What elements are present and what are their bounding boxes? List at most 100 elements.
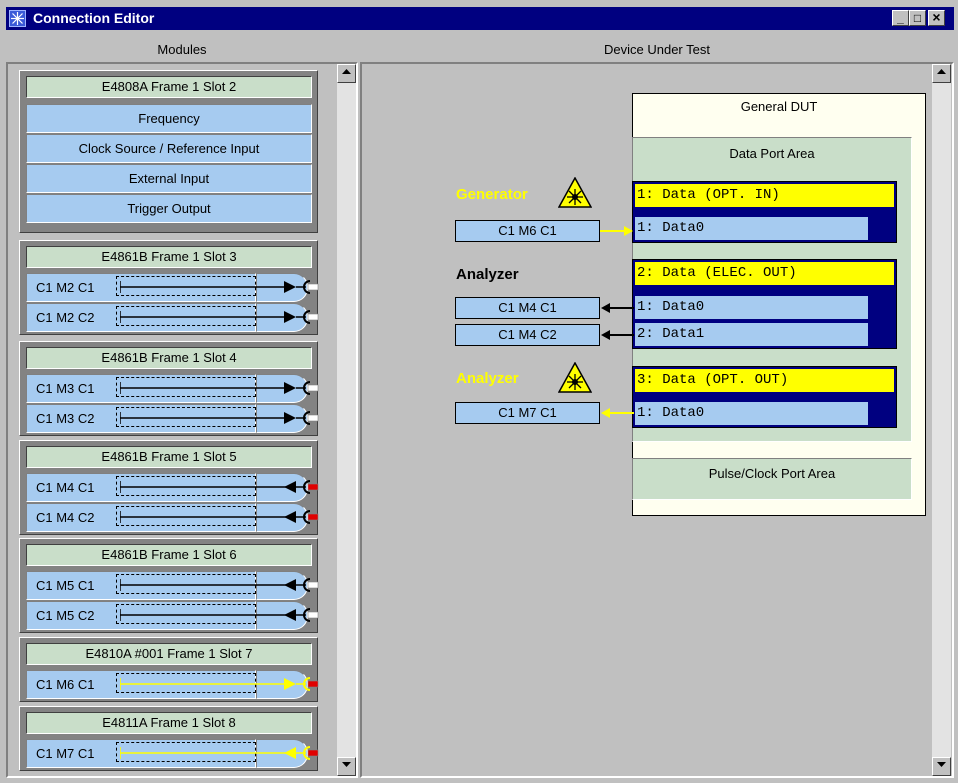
connector-plug-icon <box>307 483 319 491</box>
module-title: E4811A Frame 1 Slot 8 <box>26 712 312 734</box>
arrow-up-icon <box>937 69 946 74</box>
modules-scrollbar[interactable] <box>337 64 356 776</box>
module-block[interactable]: E4808A Frame 1 Slot 2 Frequency Clock Sour… <box>19 70 318 233</box>
connection-arrow <box>600 407 634 422</box>
connector-plug-icon <box>307 313 319 321</box>
modules-header: Modules <box>157 42 207 57</box>
module-title: E4861B Frame 1 Slot 5 <box>26 446 312 468</box>
connection-channel-box[interactable]: C1 M4 C2 <box>455 324 600 346</box>
module-block[interactable]: E4861B Frame 1 Slot 4 C1 M3 C1 C1 M3 C2 <box>19 341 319 436</box>
channel-signal-line <box>120 310 319 324</box>
app-icon <box>9 10 26 27</box>
module-block[interactable]: E4861B Frame 1 Slot 5 C1 M4 C1 C1 M4 C2 <box>19 440 319 535</box>
dut-title: General DUT <box>740 99 818 114</box>
arrow-down-icon <box>937 762 946 767</box>
module-channel-row[interactable]: C1 M2 C2 <box>26 303 319 332</box>
module-block[interactable]: E4810A #001 Frame 1 Slot 7 C1 M6 C1 <box>19 637 319 702</box>
scroll-down-button[interactable] <box>337 757 356 776</box>
module-channel-row[interactable]: C1 M5 C2 <box>26 601 319 630</box>
dut-header: Device Under Test <box>604 42 710 57</box>
module-channel-row[interactable]: C1 M3 C2 <box>26 404 319 433</box>
analyzer-label: Analyzer <box>456 266 519 283</box>
module-function-row[interactable]: Clock Source / Reference Input <box>26 134 312 163</box>
window-title: Connection Editor <box>33 10 155 26</box>
data-port-area-label: Data Port Area <box>729 146 815 161</box>
port-row[interactable]: 1: Data0 <box>635 296 868 319</box>
port-header: 2: Data (ELEC. OUT) <box>635 262 894 285</box>
connector-plug-icon <box>307 749 319 757</box>
connection-arrow <box>600 302 634 317</box>
connection-arrow <box>600 329 634 344</box>
channel-signal-line <box>120 746 319 760</box>
channel-arrow-icon <box>284 678 296 690</box>
arrow-down-icon <box>342 762 351 767</box>
channel-arrow-icon <box>284 412 296 424</box>
dut-scroll-up-button[interactable] <box>932 64 951 83</box>
port-header: 1: Data (OPT. IN) <box>635 184 894 207</box>
module-block[interactable]: E4811A Frame 1 Slot 8 C1 M7 C1 <box>19 706 319 771</box>
module-channel-row[interactable]: C1 M2 C1 <box>26 273 319 302</box>
port-row[interactable]: 1: Data0 <box>635 402 868 425</box>
connection-arrow <box>600 225 634 240</box>
channel-arrow-icon <box>284 382 296 394</box>
minimize-button[interactable]: _ <box>892 10 909 26</box>
close-button[interactable]: × <box>928 10 945 26</box>
channel-signal-line <box>120 411 319 425</box>
channel-arrow-icon <box>284 281 296 293</box>
port-row[interactable]: 2: Data1 <box>635 323 868 346</box>
connection-channel-box[interactable]: C1 M7 C1 <box>455 402 600 424</box>
module-block[interactable]: E4861B Frame 1 Slot 3 C1 M2 C1 C1 M2 C2 <box>19 240 319 335</box>
channel-signal-line <box>120 510 319 524</box>
module-channel-row[interactable]: C1 M5 C1 <box>26 571 319 600</box>
connector-plug-icon <box>307 680 319 688</box>
dut-scrollbar[interactable] <box>932 64 951 776</box>
module-title: E4861B Frame 1 Slot 3 <box>26 246 312 268</box>
laser-warning-icon <box>557 361 593 396</box>
channel-signal-line <box>120 608 319 622</box>
channel-arrow-icon <box>284 747 296 759</box>
connection-channel-box[interactable]: C1 M6 C1 <box>455 220 600 242</box>
channel-arrow-icon <box>284 579 296 591</box>
channel-signal-line <box>120 578 319 592</box>
channel-signal-line <box>120 381 319 395</box>
port-row[interactable]: 1: Data0 <box>635 217 868 240</box>
channel-arrow-icon <box>284 609 296 621</box>
connector-plug-icon <box>307 611 319 619</box>
module-channel-row[interactable]: C1 M4 C2 <box>26 503 319 532</box>
channel-signal-line <box>120 677 319 691</box>
module-channel-row[interactable]: C1 M4 C1 <box>26 473 319 502</box>
maximize-button[interactable]: □ <box>909 10 926 26</box>
title-bar[interactable]: Connection Editor _ □ × <box>6 7 954 30</box>
connector-plug-icon <box>307 384 319 392</box>
analyzer-optical-label: Analyzer <box>456 370 519 387</box>
module-function-row[interactable]: Frequency <box>26 104 312 133</box>
connector-plug-icon <box>307 414 319 422</box>
connector-plug-icon <box>307 581 319 589</box>
module-function-row[interactable]: Trigger Output <box>26 194 312 223</box>
module-channel-row[interactable]: C1 M3 C1 <box>26 374 319 403</box>
connection-channel-box[interactable]: C1 M4 C1 <box>455 297 600 319</box>
channel-signal-line <box>120 280 319 294</box>
dut-port-2[interactable]: 2: Data (ELEC. OUT) 1: Data0 2: Data1 <box>632 259 897 349</box>
module-title: E4861B Frame 1 Slot 6 <box>26 544 312 566</box>
laser-warning-icon <box>557 176 593 211</box>
channel-arrow-icon <box>284 481 296 493</box>
module-function-row[interactable]: External Input <box>26 164 312 193</box>
dut-port-3[interactable]: 3: Data (OPT. OUT) 1: Data0 <box>632 366 897 428</box>
channel-signal-line <box>120 480 319 494</box>
module-block[interactable]: E4861B Frame 1 Slot 6 C1 M5 C1 C1 M5 C2 <box>19 538 319 633</box>
module-channel-row[interactable]: C1 M7 C1 <box>26 739 319 768</box>
channel-arrow-icon <box>284 311 296 323</box>
channel-arrow-icon <box>284 511 296 523</box>
connector-plug-icon <box>307 513 319 521</box>
dut-scroll-down-button[interactable] <box>932 757 951 776</box>
dut-port-1[interactable]: 1: Data (OPT. IN) 1: Data0 <box>632 181 897 243</box>
generator-label: Generator <box>456 186 528 203</box>
module-title: E4808A Frame 1 Slot 2 <box>26 76 312 98</box>
port-header: 3: Data (OPT. OUT) <box>635 369 894 392</box>
arrow-up-icon <box>342 69 351 74</box>
module-channel-row[interactable]: C1 M6 C1 <box>26 670 319 699</box>
module-title: E4810A #001 Frame 1 Slot 7 <box>26 643 312 665</box>
connector-plug-icon <box>307 283 319 291</box>
scroll-up-button[interactable] <box>337 64 356 83</box>
